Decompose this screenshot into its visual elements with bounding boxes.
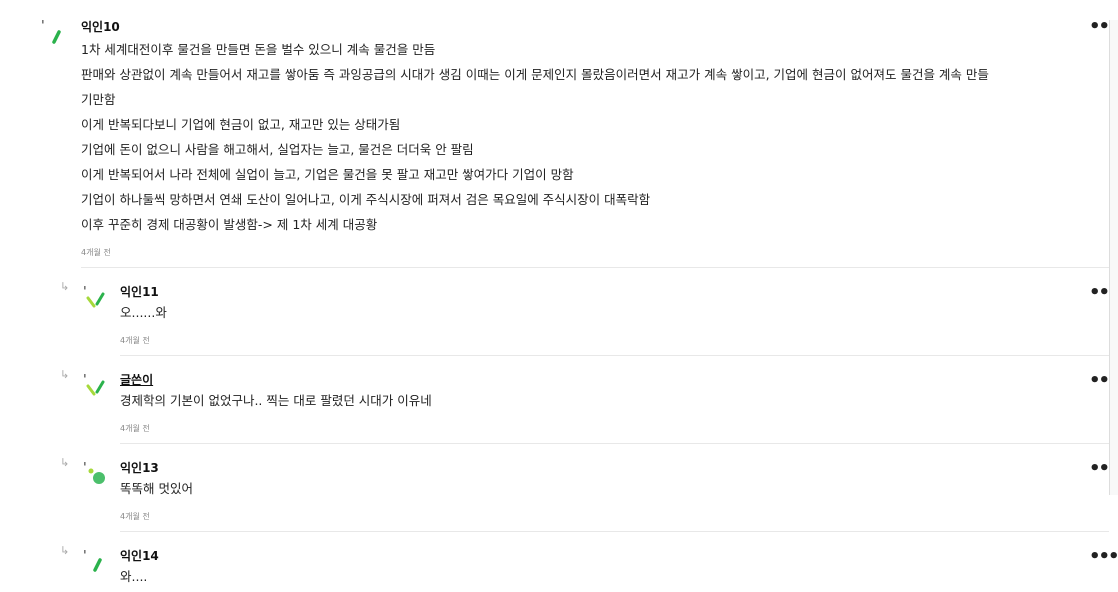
avatar-icon (80, 546, 114, 580)
comment-line: 기업이 하나둘씩 망하면서 연쇄 도산이 일어나고, 이게 주식시장에 퍼져서 … (81, 192, 651, 207)
comment-timestamp: 4개월 전 (120, 336, 150, 345)
comment-thread: 익인10 1차 세계대전이후 물건을 만들면 돈을 벌수 있으니 계속 물건을 … (0, 0, 1118, 592)
comment-body: 오......와 (120, 300, 167, 325)
avatar-icon (80, 458, 114, 492)
comment-line: 경제학의 기본이 없었구나.. 찍는 대로 팔렸던 시대가 이유네 (120, 393, 432, 408)
comment-author[interactable]: 익인13 (120, 459, 159, 476)
comment-timestamp: 4개월 전 (81, 248, 111, 257)
comment-timestamp: 4개월 전 (120, 424, 150, 433)
reply-arrow-icon: ↳ (60, 456, 70, 469)
comment-line: 기업에 돈이 없으니 사람을 해고해서, 실업자는 늘고, 물건은 더더욱 안 … (81, 142, 474, 157)
comment-line: 이후 꾸준히 경제 대공황이 발생함-> 제 1차 세계 대공황 (81, 217, 378, 232)
comment-body: 1차 세계대전이후 물건을 만들면 돈을 벌수 있으니 계속 물건을 만듬 판매… (81, 37, 989, 237)
comment-line: 이게 반복되다보니 기업에 현금이 없고, 재고만 있는 상태가됨 (81, 117, 401, 132)
comment-author[interactable]: 글쓴이 (120, 371, 153, 388)
comment-body: 똑똑해 멋있어 (120, 476, 193, 501)
scrollbar[interactable] (1109, 20, 1118, 495)
reply-arrow-icon: ↳ (60, 280, 70, 293)
comment-author[interactable]: 익인10 (81, 18, 120, 35)
avatar-icon (80, 370, 114, 404)
comment-body: 와.... (120, 564, 147, 589)
comment: 익인10 1차 세계대전이후 물건을 만들면 돈을 벌수 있으니 계속 물건을 … (0, 0, 1118, 268)
comment-line: 이게 반복되어서 나라 전체에 실업이 늘고, 기업은 물건을 못 팔고 재고만… (81, 167, 574, 182)
comment-reply: ↳ 글쓴이 경제학의 기본이 없었구나.. 찍는 대로 팔렸던 시대가 이유네 … (0, 356, 1118, 444)
more-options-icon[interactable]: ••• (1089, 548, 1118, 566)
avatar-icon (80, 282, 114, 316)
comment-line: 기만함 (81, 92, 116, 107)
comment-reply: ↳ 익인11 오......와 4개월 전 ••• (0, 268, 1118, 356)
comment-line: 와.... (120, 569, 148, 584)
avatar-icon (40, 18, 74, 52)
comment-reply: ↳ 익인14 와.... ••• (0, 532, 1118, 592)
comment-timestamp: 4개월 전 (120, 512, 150, 521)
comment-line: 똑똑해 멋있어 (120, 481, 193, 496)
comment-body: 경제학의 기본이 없었구나.. 찍는 대로 팔렸던 시대가 이유네 (120, 388, 432, 413)
reply-arrow-icon: ↳ (60, 544, 70, 557)
comment-line: 오......와 (120, 305, 167, 320)
comment-author[interactable]: 익인11 (120, 283, 159, 300)
comment-reply: ↳ 익인13 똑똑해 멋있어 4개월 전 ••• (0, 444, 1118, 532)
reply-arrow-icon: ↳ (60, 368, 70, 381)
comment-line: 1차 세계대전이후 물건을 만들면 돈을 벌수 있으니 계속 물건을 만듬 (81, 42, 436, 57)
comment-author[interactable]: 익인14 (120, 547, 159, 564)
comment-line: 판매와 상관없이 계속 만들어서 재고를 쌓아둠 즉 과잉공급의 시대가 생김 … (81, 67, 989, 82)
